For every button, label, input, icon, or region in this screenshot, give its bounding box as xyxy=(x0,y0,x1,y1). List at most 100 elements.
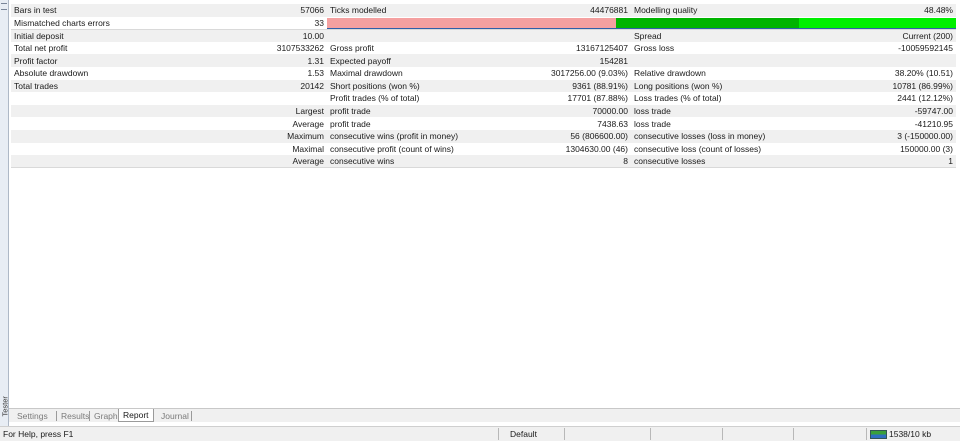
report-cell-value: 10.00 xyxy=(112,29,327,42)
report-cell-value: Maximal xyxy=(112,142,327,156)
report-panel: Bars in test 57066 Ticks modelled 44476881 M… xyxy=(11,4,956,169)
report-cell-label: consecutive loss (count of losses) xyxy=(631,142,779,156)
report-cell-value: 7438.63 xyxy=(488,117,631,130)
report-cell-value: 17701 (87.88%) xyxy=(488,92,631,105)
report-cell-label: Profit factor xyxy=(11,54,112,67)
report-cell-value: Average xyxy=(112,155,327,169)
report-cell-value: 154281 xyxy=(488,54,631,67)
status-profile[interactable]: Default xyxy=(510,429,537,440)
report-cell-value: 1.53 xyxy=(112,66,327,80)
report-cell-value: 2441 (12.12%) xyxy=(779,92,956,105)
report-cell-label: profit trade xyxy=(327,104,488,118)
report-row: Total trades 20142 Short positions (won %)… xyxy=(11,79,956,93)
report-cell-value: -59747.00 xyxy=(779,104,956,118)
report-cell-label: consecutive wins xyxy=(327,155,488,169)
report-cell-value: 3017256.00 (9.03%) xyxy=(488,66,631,80)
report-cell-value: 3107533262 xyxy=(112,41,327,55)
report-cell-value: 48.48% xyxy=(779,4,956,17)
report-row: Initial deposit 10.00 Spread Current (200) xyxy=(11,29,956,42)
report-cell-label: Gross loss xyxy=(631,41,779,55)
report-row: Maximal consecutive profit (count of wins… xyxy=(11,142,956,156)
report-cell-value: 10781 (86.99%) xyxy=(779,79,956,93)
report-cell-label: loss trade xyxy=(631,117,779,130)
tester-side-strip[interactable]: Tester xyxy=(0,0,10,426)
report-row: Mismatched charts errors 33 xyxy=(11,16,956,30)
report-cell-value: Maximum xyxy=(112,129,327,143)
status-bar: For Help, press F1 Default 1538/10 kb xyxy=(0,426,960,441)
tab-results[interactable]: Results xyxy=(57,410,93,422)
report-cell-value: 9361 (88.91%) xyxy=(488,79,631,93)
report-cell-label: Relative drawdown xyxy=(631,66,779,80)
report-cell-value: 56 (806600.00) xyxy=(488,129,631,143)
report-row: Profit factor 1.31 Expected payoff 154281 xyxy=(11,54,956,67)
tab-journal[interactable]: Journal xyxy=(157,410,193,422)
report-row: Total net profit 3107533262 Gross profit 13… xyxy=(11,41,956,55)
report-cell-label: consecutive losses (loss in money) xyxy=(631,129,779,143)
status-divider xyxy=(793,428,794,440)
status-divider xyxy=(498,428,499,440)
report-cell-value: 70000.00 xyxy=(488,104,631,118)
report-cell-value: 20142 xyxy=(112,79,327,93)
report-cell-value: 1304630.00 (46) xyxy=(488,142,631,156)
report-cell-value: 150000.00 (3) xyxy=(779,142,956,156)
quality-bar-good-segment xyxy=(798,17,956,28)
report-cell-label: consecutive profit (count of wins) xyxy=(327,142,488,156)
report-cell-value: Largest xyxy=(112,104,327,118)
report-cell-label: Loss trades (% of total) xyxy=(631,92,779,105)
report-cell-label: consecutive wins (profit in money) xyxy=(327,129,488,143)
report-cell-label: Bars in test xyxy=(11,4,112,17)
report-cell-value: 57066 xyxy=(112,4,327,17)
status-divider xyxy=(650,428,651,440)
report-cell-label: Gross profit xyxy=(327,41,488,55)
report-cell-label: Total net profit xyxy=(11,41,112,55)
report-row: Average profit trade 7438.63 loss trade -412… xyxy=(11,117,956,130)
quality-bar-track xyxy=(327,17,956,29)
modelling-quality-bar xyxy=(327,16,956,30)
report-cell-label: Short positions (won %) xyxy=(327,79,488,93)
report-row: Absolute drawdown 1.53 Maximal drawdown 301… xyxy=(11,66,956,80)
report-cell-label: Long positions (won %) xyxy=(631,79,779,93)
report-cell-value: 44476881 xyxy=(488,4,631,17)
report-cell-label: Mismatched charts errors xyxy=(11,16,112,30)
report-cell-value: Average xyxy=(112,117,327,130)
tab-report[interactable]: Report xyxy=(118,409,154,422)
status-help-text: For Help, press F1 xyxy=(3,429,74,439)
report-cell-label xyxy=(11,92,112,105)
report-cell-label xyxy=(11,117,112,130)
quality-bar-bad-segment xyxy=(327,17,617,28)
report-cell-value: 1.31 xyxy=(112,54,327,67)
tab-settings[interactable]: Settings xyxy=(13,410,52,422)
report-row: Profit trades (% of total) 17701 (87.88%)… xyxy=(11,92,956,105)
report-cell-label xyxy=(11,155,112,169)
report-cell-value xyxy=(488,29,631,42)
tab-divider xyxy=(191,411,192,421)
report-cell-label xyxy=(327,29,488,42)
status-traffic: 1538/10 kb xyxy=(889,429,932,439)
report-cell-label xyxy=(11,142,112,156)
report-row: Bars in test 57066 Ticks modelled 44476881 M… xyxy=(11,4,956,17)
connection-status-icon[interactable] xyxy=(870,430,887,439)
report-cell-label: Expected payoff xyxy=(327,54,488,67)
report-cell-value: 3 (-150000.00) xyxy=(779,129,956,143)
report-cell-value: 1 xyxy=(779,155,956,169)
report-cell-label xyxy=(11,104,112,118)
report-cell-label: Spread xyxy=(631,29,779,42)
report-cell-label: Initial deposit xyxy=(11,29,112,42)
report-cell-label: Total trades xyxy=(11,79,112,93)
report-cell-value: -10059592145 xyxy=(779,41,956,55)
report-table: Bars in test 57066 Ticks modelled 44476881 M… xyxy=(11,4,956,169)
report-cell-value: Current (200) xyxy=(779,29,956,42)
tester-tabs: Settings Results Graph Report Journal xyxy=(9,408,960,422)
tab-graph[interactable]: Graph xyxy=(90,410,122,422)
report-cell-value: 13167125407 xyxy=(488,41,631,55)
report-cell-label: Ticks modelled xyxy=(327,4,488,17)
report-cell-value xyxy=(112,92,327,105)
report-cell-label: Profit trades (% of total) xyxy=(327,92,488,105)
report-cell-label: consecutive losses xyxy=(631,155,779,169)
report-row: Maximum consecutive wins (profit in money… xyxy=(11,129,956,143)
report-cell-label: Modelling quality xyxy=(631,4,779,17)
report-row: Average consecutive wins 8 consecutive loss… xyxy=(11,155,956,169)
quality-bar-mid-segment xyxy=(616,17,799,28)
report-cell-value xyxy=(779,54,956,67)
panel-grip-icon[interactable] xyxy=(1,3,7,10)
